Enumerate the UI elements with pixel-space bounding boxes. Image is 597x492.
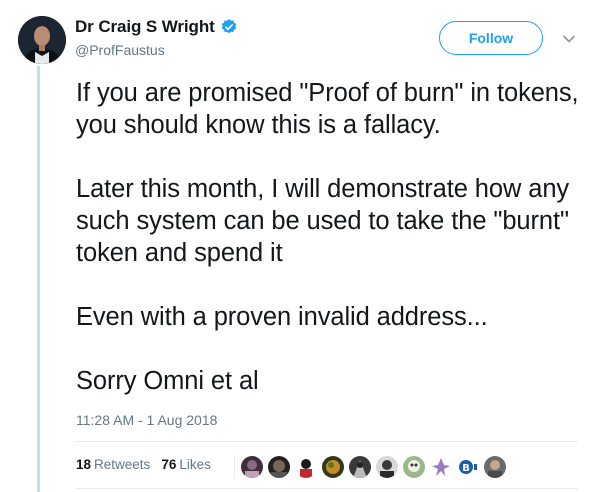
liker-avatar-2-icon <box>268 456 290 478</box>
tweet-stats: 18 Retweets 76 Likes <box>76 457 222 472</box>
liker-avatar-6-icon <box>376 456 398 478</box>
svg-text:B: B <box>462 463 470 474</box>
liker-avatar-3[interactable] <box>295 456 317 478</box>
liker-avatar-7[interactable] <box>403 456 425 478</box>
liker-avatar-1[interactable] <box>241 456 263 478</box>
liker-avatar-3-icon <box>295 456 317 478</box>
liker-avatar-1-icon <box>241 456 263 478</box>
liker-avatar-8[interactable] <box>430 456 452 478</box>
liker-avatar-7-icon <box>403 456 425 478</box>
tweet-paragraph: If you are promised "Proof of burn" in t… <box>76 79 579 139</box>
tweet-text: If you are promised "Proof of burn" in t… <box>76 77 586 397</box>
liker-avatar-2[interactable] <box>268 456 290 478</box>
liker-avatar-10-icon <box>484 456 506 478</box>
divider <box>76 488 578 489</box>
liker-avatar-4-icon <box>322 456 344 478</box>
profile-photo-icon <box>18 16 66 64</box>
follow-button[interactable]: Follow <box>439 21 543 55</box>
liker-avatar-9[interactable]: B <box>457 456 479 478</box>
liker-avatar-4[interactable] <box>322 456 344 478</box>
liker-avatar-5[interactable] <box>349 456 371 478</box>
retweets-label: Retweets <box>94 457 151 472</box>
verified-badge-icon <box>221 19 236 34</box>
likers-divider <box>234 455 235 479</box>
author-avatar[interactable] <box>18 16 66 64</box>
likes-count: 76 <box>161 457 177 472</box>
likes-label: Likes <box>179 457 211 472</box>
tweet-paragraph: Even with a proven invalid address... <box>76 303 488 331</box>
thread-line <box>37 66 40 492</box>
tweet-timestamp[interactable]: 11:28 AM - 1 Aug 2018 <box>76 412 217 428</box>
tweet-paragraph: Later this month, I will demonstrate how… <box>76 175 570 267</box>
likes-stat[interactable]: 76 Likes <box>161 457 211 472</box>
retweets-count: 18 <box>76 457 92 472</box>
chevron-down-icon[interactable] <box>562 32 576 46</box>
liker-avatar-6[interactable] <box>376 456 398 478</box>
divider <box>76 441 578 442</box>
retweets-stat[interactable]: 18 Retweets <box>76 457 150 472</box>
liker-avatar-5-icon <box>349 456 371 478</box>
author-display-name[interactable]: Dr Craig S Wright <box>75 17 215 37</box>
liker-avatar-9-icon: B <box>457 456 479 478</box>
liker-avatar-8-icon <box>430 456 452 478</box>
liker-avatar-10[interactable] <box>484 456 506 478</box>
tweet-paragraph: Sorry Omni et al <box>76 367 259 395</box>
likers-avatars: B <box>234 454 511 480</box>
